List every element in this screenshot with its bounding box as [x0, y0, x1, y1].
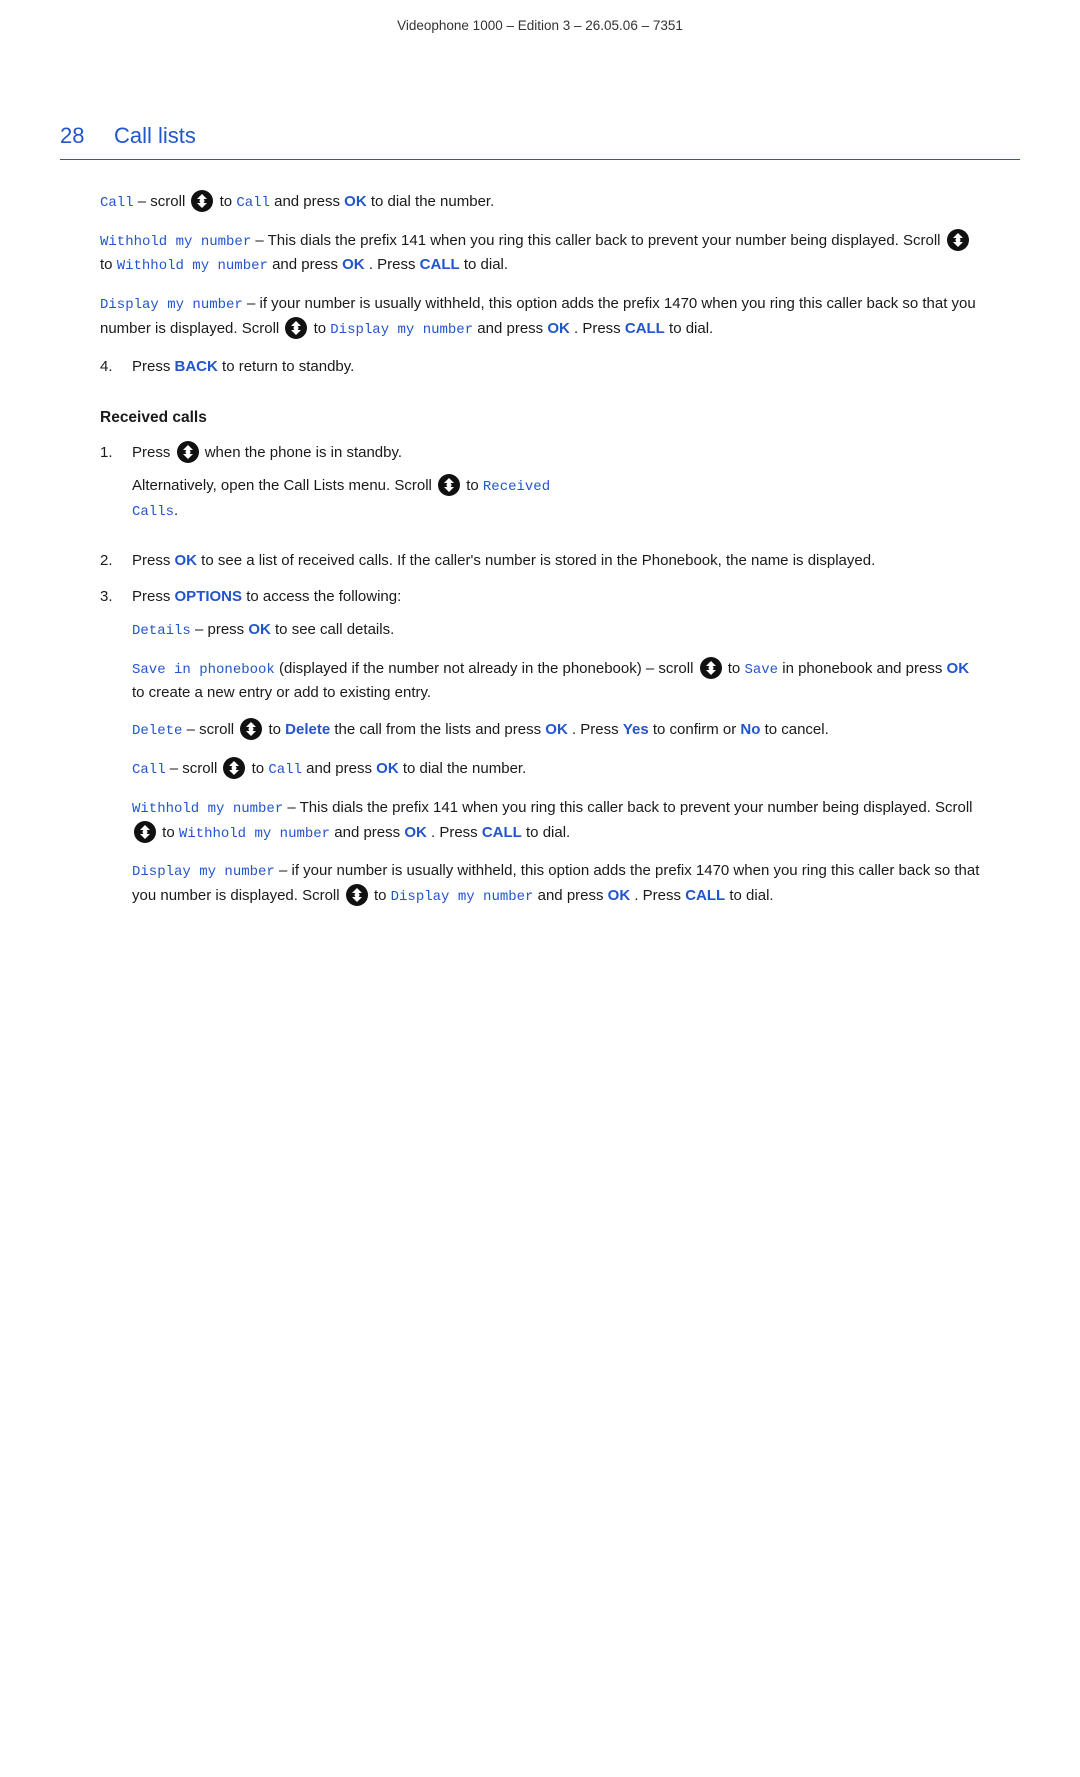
term-withhold-1: Withhold my number — [100, 234, 251, 250]
term-details: Details — [132, 623, 191, 639]
option-display2: Display my number – if your number is us… — [132, 859, 980, 908]
chapter-rule — [60, 159, 1020, 160]
no-label: No — [740, 721, 760, 738]
received-step-2: 2. Press OK to see a list of received ca… — [100, 549, 980, 572]
term-save-2: Save — [744, 662, 778, 678]
step-1-content: Press when the phone is in standby. Alte… — [132, 441, 980, 538]
received-step-3: 3. Press OPTIONS to access the following… — [100, 585, 980, 608]
term-withhold-1b: Withhold my number — [117, 258, 268, 274]
page-header: Videophone 1000 – Edition 3 – 26.05.06 –… — [0, 0, 1080, 43]
term-display-1: Display my number — [100, 297, 243, 313]
chapter-title: Call lists — [114, 123, 196, 149]
scroll-icon-10 — [346, 884, 368, 906]
term-withhold-2: Withhold my number — [132, 801, 283, 817]
para-call: Call – scroll to Call and press OK to di… — [100, 190, 980, 215]
option-save: Save in phonebook (displayed if the numb… — [132, 657, 980, 705]
term-save: Save in phonebook — [132, 662, 275, 678]
yes-label: Yes — [623, 721, 649, 738]
para-display-1: Display my number – if your number is us… — [100, 292, 980, 341]
ok-7: OK — [545, 721, 568, 738]
step-4: 4. Press BACK to return to standby. — [100, 355, 980, 378]
scroll-icon-5 — [438, 474, 460, 496]
received-steps-list: 1. Press when the phone is in standby. A… — [100, 441, 980, 608]
received-step-1: 1. Press when the phone is in standby. A… — [100, 441, 980, 538]
term-call2: Call — [132, 762, 166, 778]
ok-4: OK — [175, 552, 198, 569]
call-1: CALL — [420, 256, 460, 273]
scroll-icon-6 — [700, 657, 722, 679]
scroll-icon-3 — [285, 317, 307, 339]
ok-8: OK — [376, 760, 399, 777]
step-2-content: Press OK to see a list of received calls… — [132, 549, 980, 572]
chapter-heading: 28 Call lists — [0, 43, 1080, 159]
received-calls-section: Received calls 1. Press when the phone i… — [100, 409, 980, 909]
step-4-num: 4. — [100, 355, 122, 378]
option-delete: Delete – scroll to Delete the call from … — [132, 718, 980, 743]
scroll-icon-4 — [177, 441, 199, 463]
ok-6: OK — [947, 660, 970, 677]
back-label: BACK — [175, 358, 218, 375]
para-withhold-1: Withhold my number – This dials the pref… — [100, 229, 980, 278]
main-content: Call – scroll to Call and press OK to di… — [0, 190, 1080, 963]
option-withhold2: Withhold my number – This dials the pref… — [132, 796, 980, 845]
ok-3: OK — [547, 320, 570, 337]
scroll-icon-8 — [223, 757, 245, 779]
call-3: CALL — [482, 824, 522, 841]
ok-10: OK — [608, 887, 631, 904]
scroll-icon-2 — [947, 229, 969, 251]
step-3-num: 3. — [100, 585, 122, 608]
ok-2: OK — [342, 256, 365, 273]
option-call2: Call – scroll to Call and press OK to di… — [132, 757, 980, 782]
scroll-icon-9 — [134, 821, 156, 843]
term-display-2b: Display my number — [391, 889, 534, 905]
term-call-2: Call — [236, 195, 270, 211]
step-4-content: Press BACK to return to standby. — [132, 355, 980, 378]
term-call2b: Call — [268, 762, 302, 778]
term-call: Call — [100, 195, 134, 211]
chapter-number: 28 — [60, 123, 90, 149]
term-received-calls: ReceivedCalls — [132, 479, 550, 520]
scroll-icon-7 — [240, 718, 262, 740]
options-list: Details – press OK to see call details. … — [132, 618, 980, 909]
option-details: Details – press OK to see call details. — [132, 618, 980, 643]
term-withhold-2b: Withhold my number — [179, 826, 330, 842]
term-delete: Delete — [132, 723, 182, 739]
step-1-sub: Alternatively, open the Call Lists menu.… — [132, 474, 980, 523]
ok-5: OK — [248, 621, 271, 638]
term-display-2: Display my number — [132, 864, 275, 880]
step-list-1: 4. Press BACK to return to standby. — [100, 355, 980, 378]
step-2-num: 2. — [100, 549, 122, 572]
step-1-num: 1. — [100, 441, 122, 538]
call-4: CALL — [685, 887, 725, 904]
ok-9: OK — [404, 824, 427, 841]
delete-bold: Delete — [285, 721, 330, 738]
options-label: OPTIONS — [175, 588, 243, 605]
scroll-icon-1 — [191, 190, 213, 212]
received-calls-heading: Received calls — [100, 409, 980, 427]
call-2: CALL — [625, 320, 665, 337]
step-3-content: Press OPTIONS to access the following: — [132, 585, 980, 608]
term-display-1b: Display my number — [330, 322, 473, 338]
ok-1: OK — [344, 193, 367, 210]
